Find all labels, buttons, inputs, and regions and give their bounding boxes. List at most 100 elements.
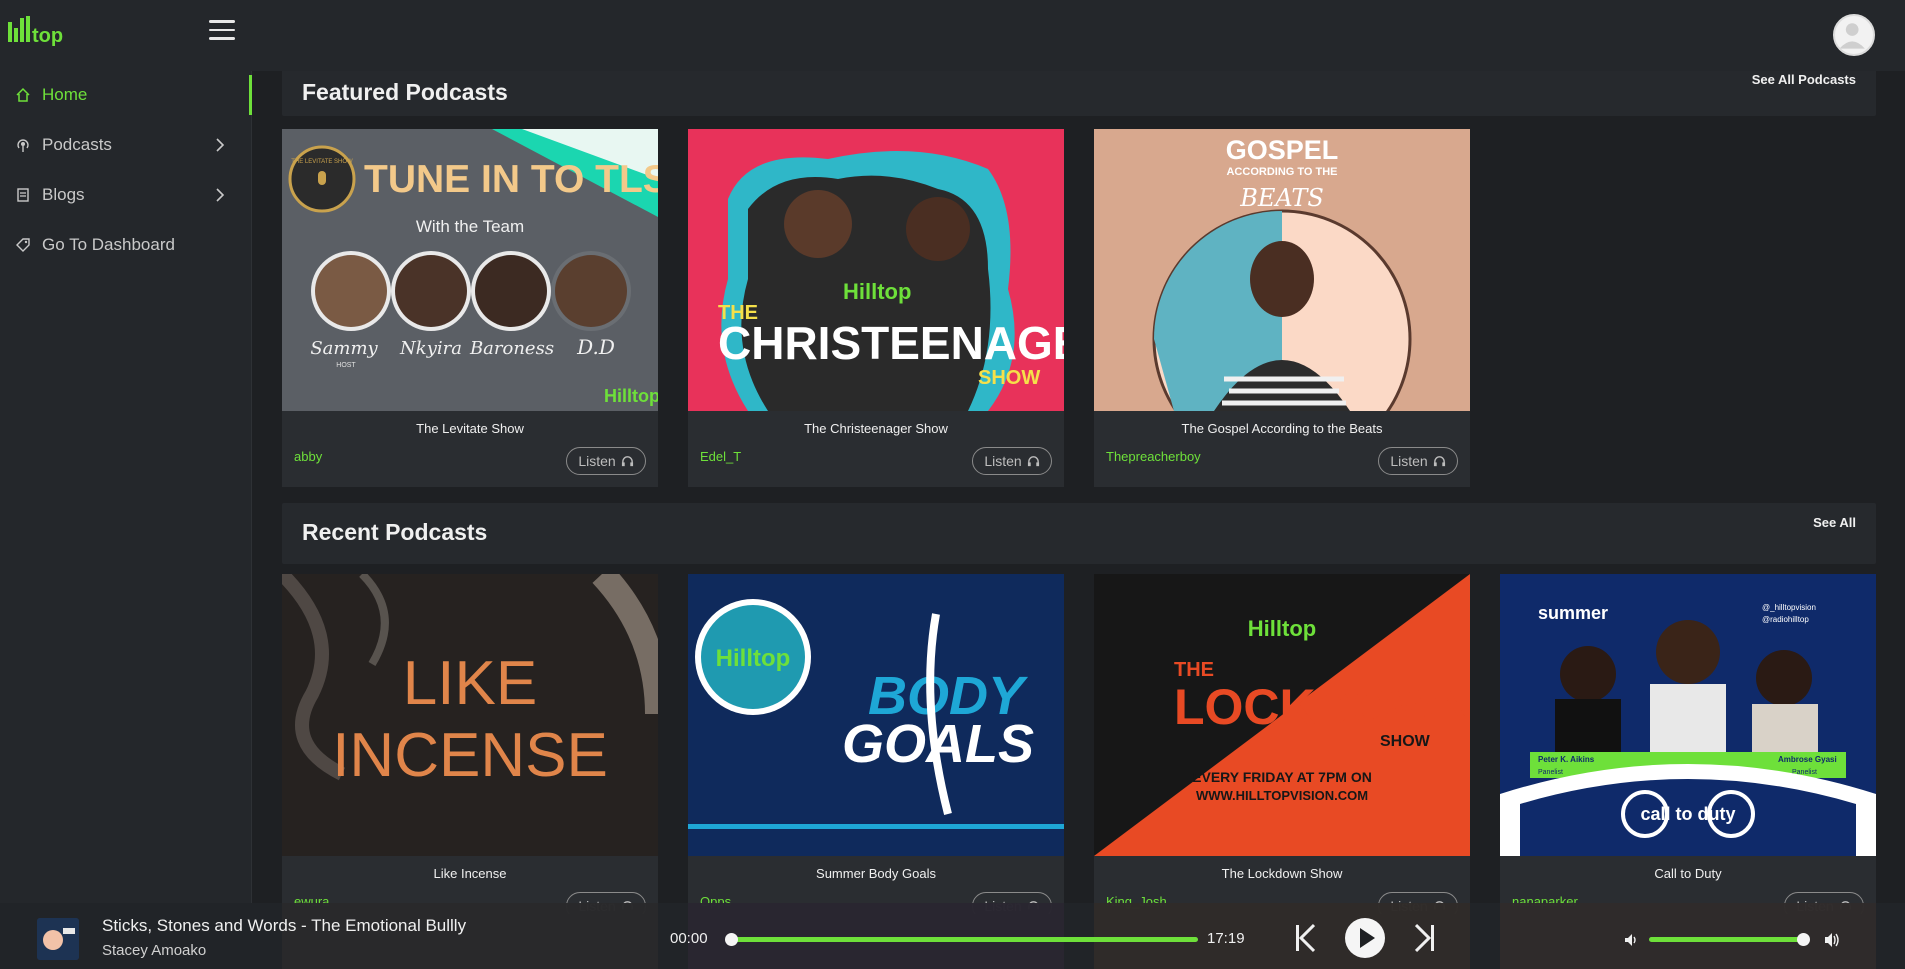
podcast-author[interactable]: Thepreacherboy [1106,449,1201,464]
user-avatar[interactable] [1833,14,1875,56]
svg-text:Peter K. Aikins: Peter K. Aikins [1538,755,1595,764]
svg-text:TUNE IN TO TLS: TUNE IN TO TLS [364,158,658,201]
track-artwork [37,918,79,960]
track-title: Sticks, Stones and Words - The Emotional… [102,916,467,935]
podcast-cover-lockdown[interactable]: Hilltop THE LOCKDOWN SHOW EVERY FRIDAY A… [1094,574,1470,856]
audio-player: Sticks, Stones and Words - The Emotional… [0,903,1905,969]
podcast-card[interactable]: GOSPEL ACCORDING TO THE BEATS The Gospel… [1094,129,1470,487]
svg-text:@_hilltopvision: @_hilltopvision [1762,603,1816,612]
top-bar: top [0,0,1905,71]
background-art [282,903,658,969]
podcast-title[interactable]: The Gospel According to the Beats [1094,421,1470,439]
volume-low-icon[interactable] [1624,933,1638,947]
user-icon [1839,23,1865,49]
podcast-cover-body-goals[interactable]: Hilltop BODY GOALS [688,574,1064,856]
headphones-icon [621,455,633,466]
podcast-author[interactable]: Edel_T [700,449,741,464]
svg-text:LIKE: LIKE [403,649,537,718]
chevron-right-icon [216,188,225,202]
podcast-card[interactable]: THE CHRISTEENAGER SHOW Hilltop The Chris… [688,129,1064,487]
svg-text:GOSPEL: GOSPEL [1226,135,1339,165]
podcast-cover-like-incense[interactable]: LIKE INCENSE [282,574,658,856]
volume-slider[interactable] [1649,933,1810,946]
podcast-cover-christeenager[interactable]: THE CHRISTEENAGER SHOW Hilltop [688,129,1064,411]
sidebar-item-label: Go To Dashboard [42,235,175,254]
svg-text:THE: THE [1174,659,1214,681]
svg-text:Nkyira: Nkyira [399,338,462,359]
svg-text:Hilltop: Hilltop [604,386,658,406]
podcast-card[interactable]: summer @_hilltopvision @radiohilltop Pet… [1500,574,1876,914]
podcast-cover-levitate[interactable]: THE LEVITATE SHOW TUNE IN TO TLS With th… [282,129,658,411]
volume-fill [1649,937,1807,942]
podcast-card[interactable]: THE LEVITATE SHOW TUNE IN TO TLS With th… [282,129,658,487]
hilltop-logo[interactable]: top [8,14,80,52]
podcast-title[interactable]: The Lockdown Show [1094,866,1470,884]
podcast-title[interactable]: The Levitate Show [282,421,658,439]
podcast-icon [14,136,32,154]
svg-text:Hilltop: Hilltop [1248,616,1316,641]
svg-text:Sammy: Sammy [310,338,378,359]
podcast-card[interactable]: Hilltop THE LOCKDOWN SHOW EVERY FRIDAY A… [1094,574,1470,914]
play-icon[interactable] [1344,917,1386,959]
svg-text:INCENSE: INCENSE [332,721,608,790]
svg-text:summer: summer [1538,603,1608,623]
svg-text:top: top [32,25,63,47]
next-track-icon[interactable] [1415,923,1435,953]
section-title: Featured Podcasts [302,79,508,105]
svg-text:Hilltop: Hilltop [716,645,791,672]
section-title: Recent Podcasts [302,519,488,545]
featured-section-header: Featured Podcasts See All Podcasts [282,71,1876,116]
podcast-title[interactable]: Like Incense [282,866,658,884]
track-artist: Stacey Amoako [102,942,207,959]
svg-text:EVERY FRIDAY AT 7PM ON: EVERY FRIDAY AT 7PM ON [1192,769,1372,785]
sidebar-item-podcasts[interactable]: Podcasts [0,125,252,165]
headphones-icon [1433,455,1445,466]
podcast-author[interactable]: abby [294,449,322,464]
background-art [1500,903,1876,969]
podcast-title[interactable]: The Christeenager Show [688,421,1064,439]
progress-fill [731,937,1198,942]
progress-knob[interactable] [725,933,738,946]
sidebar: Home Podcasts Blogs Go To Dashboard [0,71,252,969]
svg-text:ACCORDING TO THE: ACCORDING TO THE [1226,166,1337,178]
svg-text:CHRISTEENAGER: CHRISTEENAGER [718,317,1064,369]
background-art [1094,903,1470,969]
podcast-title[interactable]: Summer Body Goals [688,866,1064,884]
svg-text:BEATS: BEATS [1239,184,1324,212]
svg-text:Stefan Sampong: Stefan Sampong [1656,770,1719,779]
menu-toggle-button[interactable] [209,20,235,42]
svg-text:With the Team: With the Team [416,217,524,236]
listen-label: Listen [984,453,1022,469]
svg-text:Panelist: Panelist [1538,769,1563,776]
sidebar-item-dashboard[interactable]: Go To Dashboard [0,225,252,265]
blog-icon [14,186,32,204]
podcast-cover-call-to-duty[interactable]: summer @_hilltopvision @radiohilltop Pet… [1500,574,1876,856]
svg-text:Ambrose Gyasi: Ambrose Gyasi [1778,755,1837,764]
podcast-title[interactable]: Call to Duty [1500,866,1876,884]
svg-text:LOCKDOWN: LOCKDOWN [1174,679,1470,735]
podcast-card[interactable]: Hilltop BODY GOALS Summer Body Goals Opp… [688,574,1064,914]
listen-button[interactable]: Listen [972,447,1052,475]
podcast-cover-gospel-beats[interactable]: GOSPEL ACCORDING TO THE BEATS [1094,129,1470,469]
sidebar-item-label: Home [42,85,88,104]
sidebar-item-blogs[interactable]: Blogs [0,175,252,215]
svg-text:Baroness: Baroness [469,338,554,359]
current-time: 00:00 [670,930,708,947]
svg-text:SHOW: SHOW [978,367,1040,389]
podcast-card[interactable]: LIKE INCENSE Like Incense ewura Listen [282,574,658,914]
svg-text:Hilltop: Hilltop [843,279,911,304]
see-all-link[interactable]: See All [1813,515,1856,530]
svg-text:HOST: HOST [336,362,356,369]
svg-text:@radiohilltop: @radiohilltop [1762,615,1809,624]
tag-icon [14,236,32,254]
listen-button[interactable]: Listen [1378,447,1458,475]
sidebar-item-home[interactable]: Home [0,75,252,115]
volume-high-icon[interactable] [1824,932,1840,948]
progress-slider[interactable] [725,933,1198,946]
volume-knob[interactable] [1797,933,1810,946]
listen-button[interactable]: Listen [566,447,646,475]
svg-text:SHOW: SHOW [1380,733,1431,750]
see-all-podcasts-link[interactable]: See All Podcasts [1752,72,1856,87]
previous-track-icon[interactable] [1295,923,1315,953]
listen-label: Listen [1390,453,1428,469]
